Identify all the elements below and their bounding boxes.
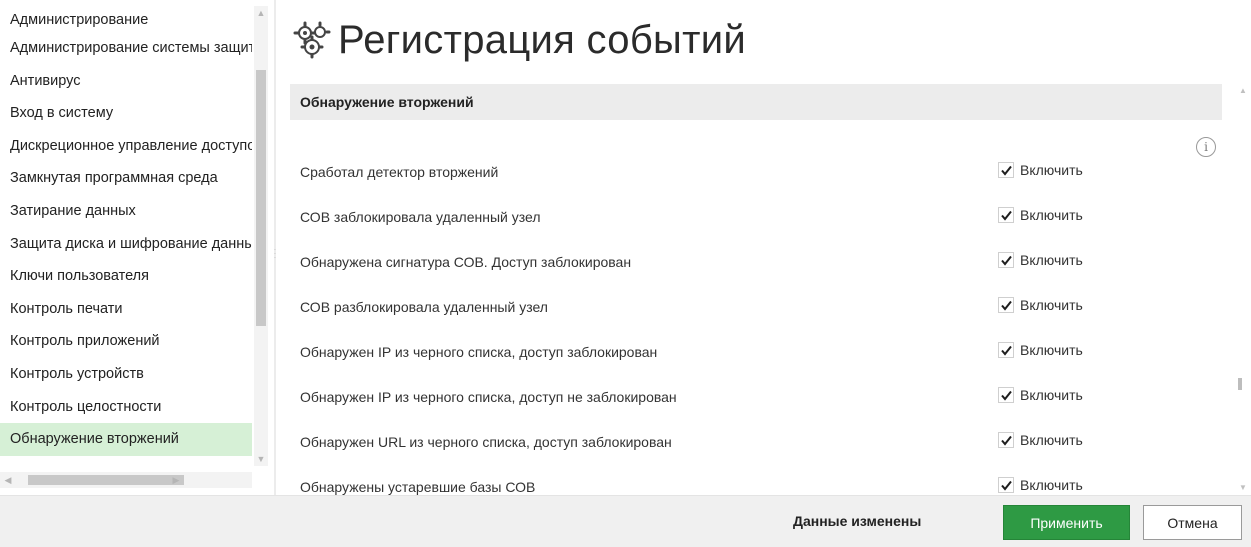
enable-checkbox[interactable]	[998, 342, 1014, 358]
enable-toggle[interactable]: Включить	[998, 387, 1083, 403]
enable-toggle[interactable]: Включить	[998, 477, 1083, 493]
status-text: Данные изменены	[793, 513, 922, 529]
event-label: Сработал детектор вторжений	[300, 164, 499, 180]
sidebar-item[interactable]: Администрирование системы защиты	[0, 32, 252, 65]
enable-checkbox[interactable]	[998, 252, 1014, 268]
event-row: Обнаружен IP из черного списка, доступ з…	[290, 330, 1210, 375]
scroll-left-arrow-icon[interactable]: ◀	[0, 472, 16, 488]
enable-checkbox[interactable]	[998, 207, 1014, 223]
enable-checkbox[interactable]	[998, 477, 1014, 493]
sidebar-item[interactable]: Замкнутая программная среда	[0, 162, 252, 195]
sidebar-item[interactable]: Вход в систему	[0, 97, 252, 130]
event-row: СОВ заблокировала удаленный узел Включить	[290, 195, 1210, 240]
scrollbar-thumb[interactable]	[1238, 378, 1242, 390]
event-row: СОВ разблокировала удаленный узел Включит…	[290, 285, 1210, 330]
enable-checkbox[interactable]	[998, 162, 1014, 178]
enable-toggle[interactable]: Включить	[998, 432, 1083, 448]
main-vertical-scrollbar[interactable]: ▲ ▼	[1236, 84, 1250, 494]
enable-label: Включить	[1020, 477, 1083, 493]
checkmark-icon	[1001, 390, 1012, 401]
sidebar: Администрирование Администрирование систе…	[0, 0, 272, 495]
checkmark-icon	[1001, 255, 1012, 266]
event-label: Обнаружен IP из черного списка, доступ н…	[300, 389, 677, 405]
checkmark-icon	[1001, 345, 1012, 356]
section-header: Обнаружение вторжений	[290, 84, 1222, 120]
sidebar-item[interactable]: Контроль устройств	[0, 358, 252, 391]
event-label: СОВ заблокировала удаленный узел	[300, 209, 541, 225]
page-header: Регистрация событий	[290, 10, 746, 70]
checkmark-icon	[1001, 165, 1012, 176]
scroll-down-arrow-icon[interactable]: ▼	[254, 452, 268, 466]
sidebar-item[interactable]: Контроль приложений	[0, 325, 252, 358]
enable-label: Включить	[1020, 297, 1083, 313]
sidebar-item[interactable]: Затирание данных	[0, 195, 252, 228]
scroll-up-arrow-icon[interactable]: ▲	[254, 6, 268, 20]
apply-button[interactable]: Применить	[1003, 505, 1130, 540]
sidebar-item[interactable]: Дискреционное управление доступом	[0, 130, 252, 163]
enable-toggle[interactable]: Включить	[998, 342, 1083, 358]
splitter-grip-icon[interactable]: · · ·	[272, 246, 278, 262]
scrollbar-thumb[interactable]	[28, 475, 184, 485]
enable-label: Включить	[1020, 207, 1083, 223]
checkmark-icon	[1001, 435, 1012, 446]
event-row: Обнаружена сигнатура СОВ. Доступ заблоки…	[290, 240, 1210, 285]
event-label: СОВ разблокировала удаленный узел	[300, 299, 548, 315]
gear-cluster-icon	[293, 21, 331, 59]
checkmark-icon	[1001, 480, 1012, 491]
enable-toggle[interactable]: Включить	[998, 252, 1083, 268]
sidebar-item[interactable]: Контроль целостности	[0, 391, 252, 424]
sidebar-item[interactable]: Администрирование	[0, 8, 252, 32]
enable-label: Включить	[1020, 252, 1083, 268]
event-row: Обнаружен IP из черного списка, доступ н…	[290, 375, 1210, 420]
sidebar-item[interactable]: Обнаружение вторжений	[0, 423, 252, 456]
sidebar-list: Администрирование Администрирование систе…	[0, 8, 252, 470]
enable-checkbox[interactable]	[998, 297, 1014, 313]
checkmark-icon	[1001, 300, 1012, 311]
enable-checkbox[interactable]	[998, 432, 1014, 448]
enable-toggle[interactable]: Включить	[998, 207, 1083, 223]
enable-toggle[interactable]: Включить	[998, 297, 1083, 313]
scroll-up-arrow-icon[interactable]: ▲	[1236, 86, 1250, 95]
sidebar-item[interactable]: Защита диска и шифрование данных	[0, 228, 252, 261]
scroll-down-arrow-icon[interactable]: ▼	[1236, 483, 1250, 492]
enable-label: Включить	[1020, 387, 1083, 403]
scroll-right-arrow-icon[interactable]: ▶	[168, 472, 184, 488]
enable-label: Включить	[1020, 342, 1083, 358]
event-row: Сработал детектор вторжений Включить	[290, 150, 1210, 195]
main-panel: Регистрация событий Обнаружение вторжени…	[280, 0, 1251, 495]
enable-label: Включить	[1020, 162, 1083, 178]
sidebar-item[interactable]: Антивирус	[0, 65, 252, 98]
footer-bar: Данные изменены Применить Отмена	[0, 495, 1251, 547]
cancel-button[interactable]: Отмена	[1143, 505, 1242, 540]
event-row: Обнаружен URL из черного списка, доступ …	[290, 420, 1210, 465]
scrollbar-thumb[interactable]	[256, 70, 266, 326]
enable-label: Включить	[1020, 432, 1083, 448]
event-label: Обнаружен IP из черного списка, доступ з…	[300, 344, 658, 360]
event-list: Сработал детектор вторжений Включить СОВ з…	[290, 150, 1210, 510]
event-label: Обнаружена сигнатура СОВ. Доступ заблоки…	[300, 254, 632, 270]
event-label: Обнаружены устаревшие базы СОВ	[300, 479, 536, 495]
sidebar-item[interactable]: Ключи пользователя	[0, 260, 252, 293]
sidebar-item[interactable]: Контроль печати	[0, 293, 252, 326]
enable-toggle[interactable]: Включить	[998, 162, 1083, 178]
checkmark-icon	[1001, 210, 1012, 221]
sidebar-horizontal-scrollbar[interactable]: ◀ ▶	[0, 472, 252, 488]
sidebar-vertical-scrollbar[interactable]: ▲ ▼	[254, 6, 268, 466]
page-title: Регистрация событий	[338, 17, 747, 62]
enable-checkbox[interactable]	[998, 387, 1014, 403]
event-label: Обнаружен URL из черного списка, доступ …	[300, 434, 672, 450]
